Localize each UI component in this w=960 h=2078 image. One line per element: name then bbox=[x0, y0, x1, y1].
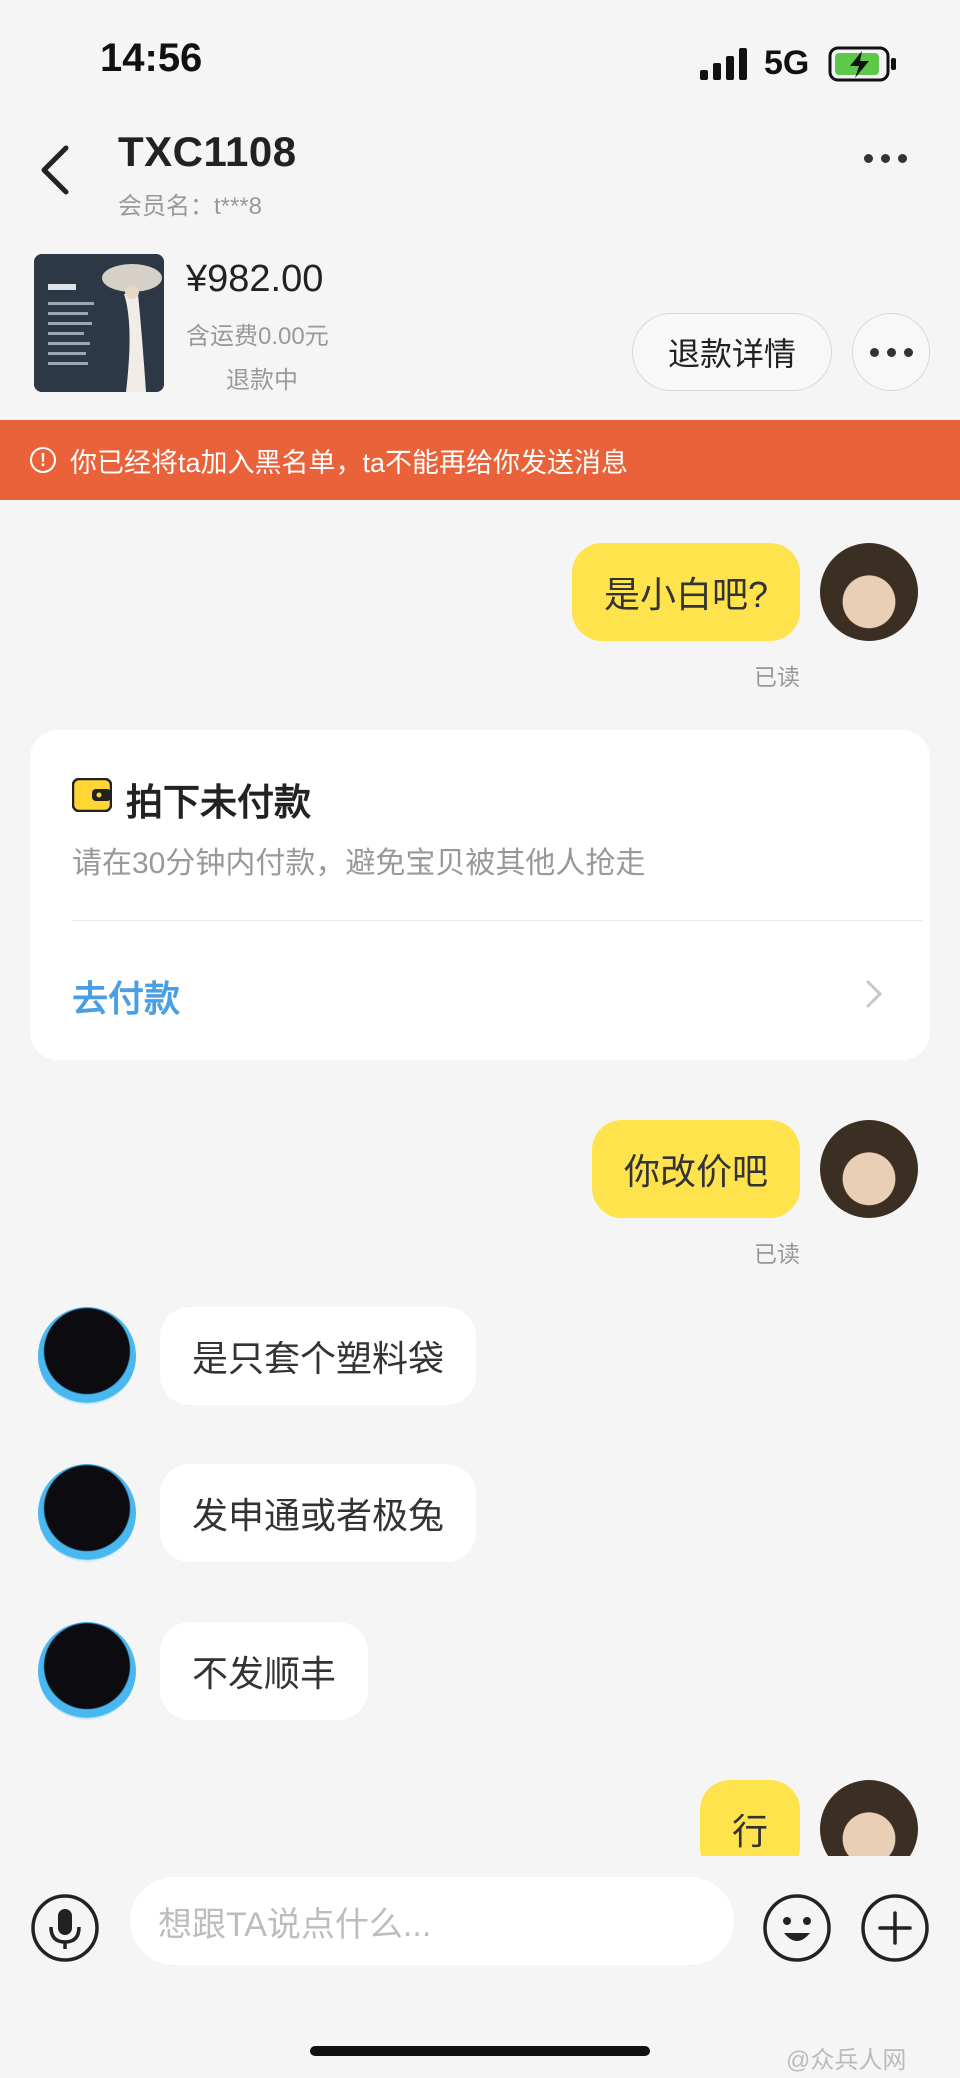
status-time: 14:56 bbox=[100, 36, 203, 80]
refund-status: 退款中 bbox=[226, 367, 298, 394]
message-bubble-theirs[interactable]: 不发顺丰 bbox=[160, 1622, 369, 1720]
go-pay-link[interactable]: 去付款 bbox=[72, 970, 180, 1022]
watermark: @众兵人网 bbox=[786, 2047, 907, 2074]
chevron-right-icon bbox=[866, 980, 883, 1008]
message-input[interactable]: 想跟TA说点什么... bbox=[130, 1877, 734, 1965]
my-avatar[interactable] bbox=[820, 1120, 918, 1218]
card-title: 拍下未付款 bbox=[126, 782, 311, 823]
emoji-icon[interactable] bbox=[762, 1893, 832, 1963]
product-more-button[interactable] bbox=[852, 313, 930, 391]
battery-charging-icon bbox=[828, 46, 896, 82]
blacklist-banner: ! 你已经将ta加入黑名单，ta不能再给你发送消息 bbox=[0, 420, 960, 500]
back-icon[interactable] bbox=[34, 142, 78, 198]
home-indicator[interactable] bbox=[310, 2046, 650, 2056]
signal-icon bbox=[700, 48, 747, 80]
read-receipt: 已读 bbox=[754, 1241, 800, 1267]
message-bubble-theirs[interactable]: 是只套个塑料袋 bbox=[160, 1307, 477, 1405]
seller-avatar[interactable] bbox=[38, 1622, 136, 1720]
my-avatar[interactable] bbox=[820, 543, 918, 641]
chat-title: TXC1108 bbox=[118, 128, 297, 175]
message-bubble-mine[interactable]: 是小白吧? bbox=[571, 543, 800, 641]
refund-details-button[interactable]: 退款详情 bbox=[632, 313, 832, 391]
banner-text: 你已经将ta加入黑名单，ta不能再给你发送消息 bbox=[70, 447, 629, 478]
network-label: 5G bbox=[764, 44, 810, 82]
payment-card[interactable]: 拍下未付款 请在30分钟内付款，避免宝贝被其他人抢走 去付款 bbox=[30, 730, 930, 1060]
message-bubble-mine[interactable]: 你改价吧 bbox=[591, 1120, 800, 1218]
microphone-icon[interactable] bbox=[30, 1893, 100, 1963]
my-avatar[interactable] bbox=[820, 1780, 918, 1856]
wallet-icon bbox=[72, 778, 112, 812]
message-bubble-theirs[interactable]: 发申通或者极兔 bbox=[160, 1464, 477, 1562]
plus-icon[interactable] bbox=[860, 1893, 930, 1963]
product-thumbnail[interactable] bbox=[34, 254, 164, 392]
alert-icon: ! bbox=[30, 447, 56, 473]
seller-avatar[interactable] bbox=[38, 1464, 136, 1562]
message-bubble-mine[interactable]: 行 bbox=[699, 1780, 800, 1856]
more-options-icon[interactable] bbox=[860, 150, 920, 190]
member-name: 会员名：t***8 bbox=[118, 193, 263, 220]
card-divider bbox=[72, 920, 922, 921]
shipping-fee: 含运费0.00元 bbox=[186, 323, 329, 350]
message-clip: 行 bbox=[0, 1770, 960, 1856]
read-receipt: 已读 bbox=[754, 664, 800, 690]
seller-avatar[interactable] bbox=[38, 1307, 136, 1405]
card-description: 请在30分钟内付款，避免宝贝被其他人抢走 bbox=[72, 847, 646, 880]
product-price: ¥982.00 bbox=[186, 258, 324, 300]
